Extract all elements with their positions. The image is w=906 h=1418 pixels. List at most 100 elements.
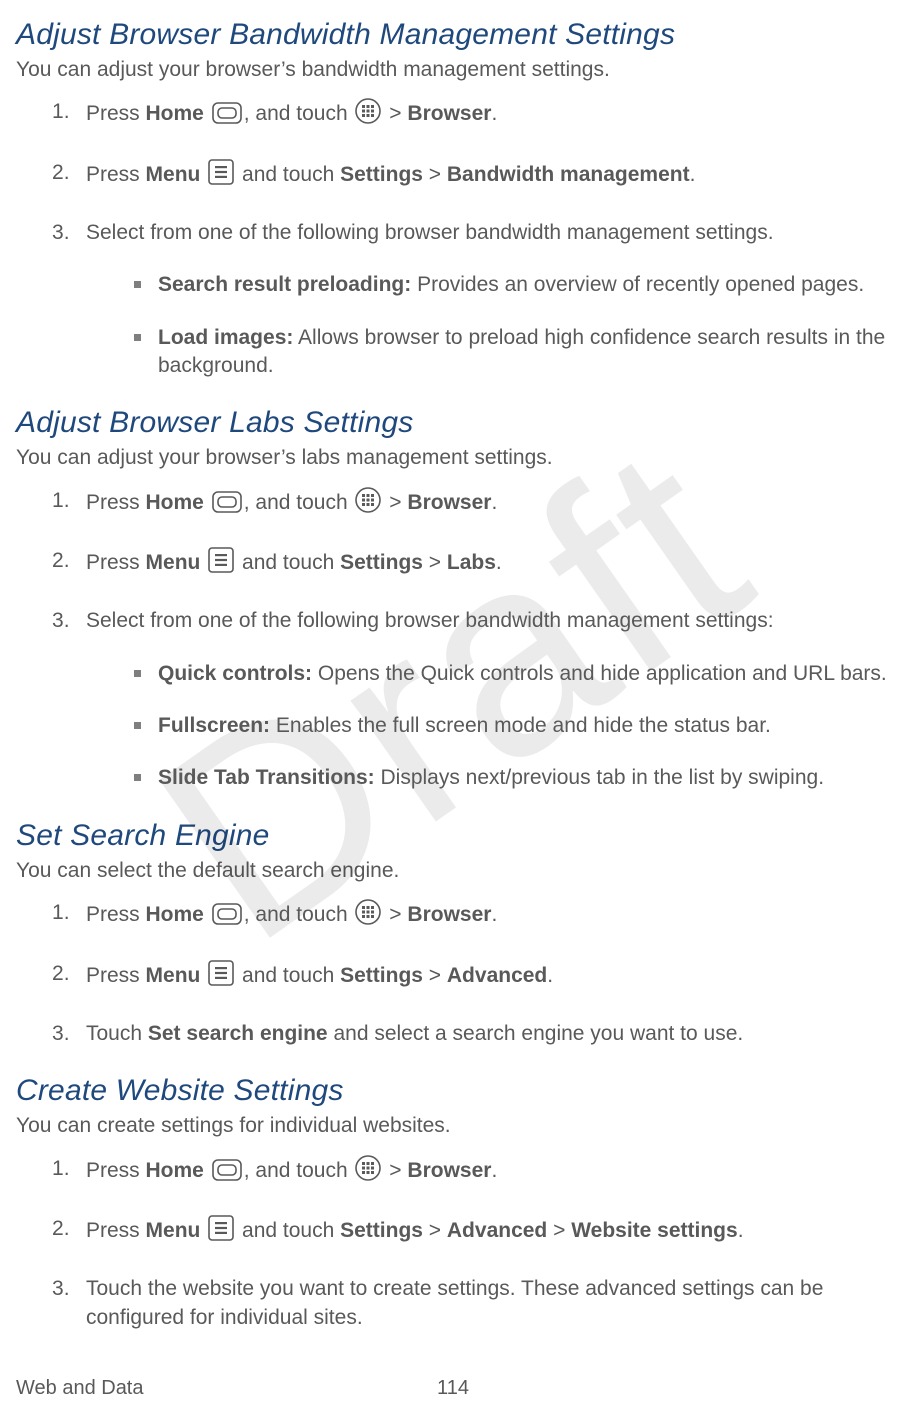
bold-home: Home bbox=[146, 491, 204, 514]
text: , and touch bbox=[244, 491, 354, 514]
apps-grid-icon bbox=[355, 98, 381, 132]
text: and touch bbox=[236, 964, 340, 987]
home-icon bbox=[212, 903, 242, 933]
bold-target: Advanced bbox=[447, 964, 547, 987]
text: , and touch bbox=[244, 903, 354, 926]
term: Search result preloading: bbox=[158, 273, 411, 296]
bold-browser: Browser bbox=[407, 102, 491, 125]
bold-menu: Menu bbox=[146, 163, 201, 186]
list-item: Search result preloading: Provides an ov… bbox=[128, 271, 890, 299]
apps-grid-icon bbox=[355, 1155, 381, 1189]
intro-bandwidth: You can adjust your browser’s bandwidth … bbox=[16, 56, 890, 84]
text: Press bbox=[86, 551, 146, 574]
step: Press Home , and touch > Browser. bbox=[52, 98, 890, 132]
bold-home: Home bbox=[146, 903, 204, 926]
text: , and touch bbox=[244, 102, 354, 125]
text: Touch the website you want to create set… bbox=[86, 1277, 823, 1328]
text: . bbox=[738, 1219, 744, 1242]
text: . bbox=[491, 491, 497, 514]
heading-labs: Adjust Browser Labs Settings bbox=[16, 406, 890, 440]
text: > bbox=[547, 1219, 571, 1242]
heading-bandwidth: Adjust Browser Bandwidth Management Sett… bbox=[16, 18, 890, 52]
bold-home: Home bbox=[146, 1159, 204, 1182]
home-icon bbox=[212, 102, 242, 132]
footer-section: Web and Data bbox=[16, 1377, 144, 1399]
bold-set-search: Set search engine bbox=[148, 1022, 328, 1045]
term: Fullscreen: bbox=[158, 714, 270, 737]
step: Touch Set search engine and select a sea… bbox=[52, 1020, 890, 1048]
page-footer: Web and Data 114 bbox=[16, 1377, 890, 1400]
bold-menu: Menu bbox=[146, 1219, 201, 1242]
text: > bbox=[423, 1219, 447, 1242]
text: > bbox=[423, 163, 447, 186]
text: and touch bbox=[236, 551, 340, 574]
intro-labs: You can adjust your browser’s labs manag… bbox=[16, 444, 890, 472]
menu-icon bbox=[208, 547, 234, 581]
text: . bbox=[690, 163, 696, 186]
desc: Opens the Quick controls and hide applic… bbox=[312, 662, 887, 685]
text: and select a search engine you want to u… bbox=[328, 1022, 744, 1045]
bold-target: Bandwidth management bbox=[447, 163, 690, 186]
bold-menu: Menu bbox=[146, 964, 201, 987]
list-item: Slide Tab Transitions: Displays next/pre… bbox=[128, 764, 890, 792]
sub-bullets: Search result preloading: Provides an ov… bbox=[86, 271, 890, 380]
bold-home: Home bbox=[146, 102, 204, 125]
intro-website: You can create settings for individual w… bbox=[16, 1112, 890, 1140]
sub-bullets: Quick controls: Opens the Quick controls… bbox=[86, 660, 890, 793]
step: Touch the website you want to create set… bbox=[52, 1275, 890, 1332]
bold-settings: Settings bbox=[340, 551, 423, 574]
bold-settings: Settings bbox=[340, 1219, 423, 1242]
text: . bbox=[768, 221, 774, 244]
text: > bbox=[383, 903, 407, 926]
page-number: 114 bbox=[437, 1377, 469, 1400]
text: > bbox=[383, 102, 407, 125]
text: Press bbox=[86, 102, 146, 125]
step: Press Home , and touch > Browser. bbox=[52, 899, 890, 933]
steps-bandwidth: Press Home , and touch > Browser. Press … bbox=[16, 98, 890, 380]
desc: Provides an overview of recently opened … bbox=[411, 273, 864, 296]
step: Press Menu and touch Settings > Advanced… bbox=[52, 960, 890, 994]
home-icon bbox=[212, 491, 242, 521]
bold-menu: Menu bbox=[146, 551, 201, 574]
step: Select from one of the following browser… bbox=[52, 219, 890, 380]
bold-target: Labs bbox=[447, 551, 496, 574]
menu-icon bbox=[208, 960, 234, 994]
text: > bbox=[423, 551, 447, 574]
heading-search: Set Search Engine bbox=[16, 819, 890, 853]
bold-target: Website settings bbox=[571, 1219, 737, 1242]
home-icon bbox=[212, 1159, 242, 1189]
document-page: Draft Adjust Browser Bandwidth Managemen… bbox=[0, 0, 906, 1418]
steps-website: Press Home , and touch > Browser. Press … bbox=[16, 1155, 890, 1332]
heading-website: Create Website Settings bbox=[16, 1074, 890, 1108]
text: > bbox=[423, 964, 447, 987]
step: Press Menu and touch Settings > Advanced… bbox=[52, 1215, 890, 1249]
text: > bbox=[383, 1159, 407, 1182]
apps-grid-icon bbox=[355, 899, 381, 933]
text: . bbox=[491, 102, 497, 125]
text: . bbox=[496, 551, 502, 574]
bold-browser: Browser bbox=[407, 1159, 491, 1182]
text: Press bbox=[86, 163, 146, 186]
text: Press bbox=[86, 964, 146, 987]
text: Press bbox=[86, 903, 146, 926]
text: . bbox=[491, 903, 497, 926]
menu-icon bbox=[208, 1215, 234, 1249]
steps-labs: Press Home , and touch > Browser. Press … bbox=[16, 487, 890, 793]
step: Select from one of the following browser… bbox=[52, 607, 890, 792]
bold-browser: Browser bbox=[407, 491, 491, 514]
apps-grid-icon bbox=[355, 487, 381, 521]
text: Select from one of the following browser… bbox=[86, 221, 768, 244]
term: Slide Tab Transitions: bbox=[158, 766, 375, 789]
text: . bbox=[547, 964, 553, 987]
step: Press Menu and touch Settings > Labs. bbox=[52, 547, 890, 581]
bold-settings: Settings bbox=[340, 163, 423, 186]
term: Quick controls: bbox=[158, 662, 312, 685]
list-item: Fullscreen: Enables the full screen mode… bbox=[128, 712, 890, 740]
step: Press Home , and touch > Browser. bbox=[52, 1155, 890, 1189]
text: Press bbox=[86, 1219, 146, 1242]
text: and touch bbox=[236, 1219, 340, 1242]
text: Select from one of the following browser… bbox=[86, 609, 768, 632]
text: > bbox=[383, 491, 407, 514]
bold-mid: Advanced bbox=[447, 1219, 547, 1242]
desc: Displays next/previous tab in the list b… bbox=[375, 766, 824, 789]
